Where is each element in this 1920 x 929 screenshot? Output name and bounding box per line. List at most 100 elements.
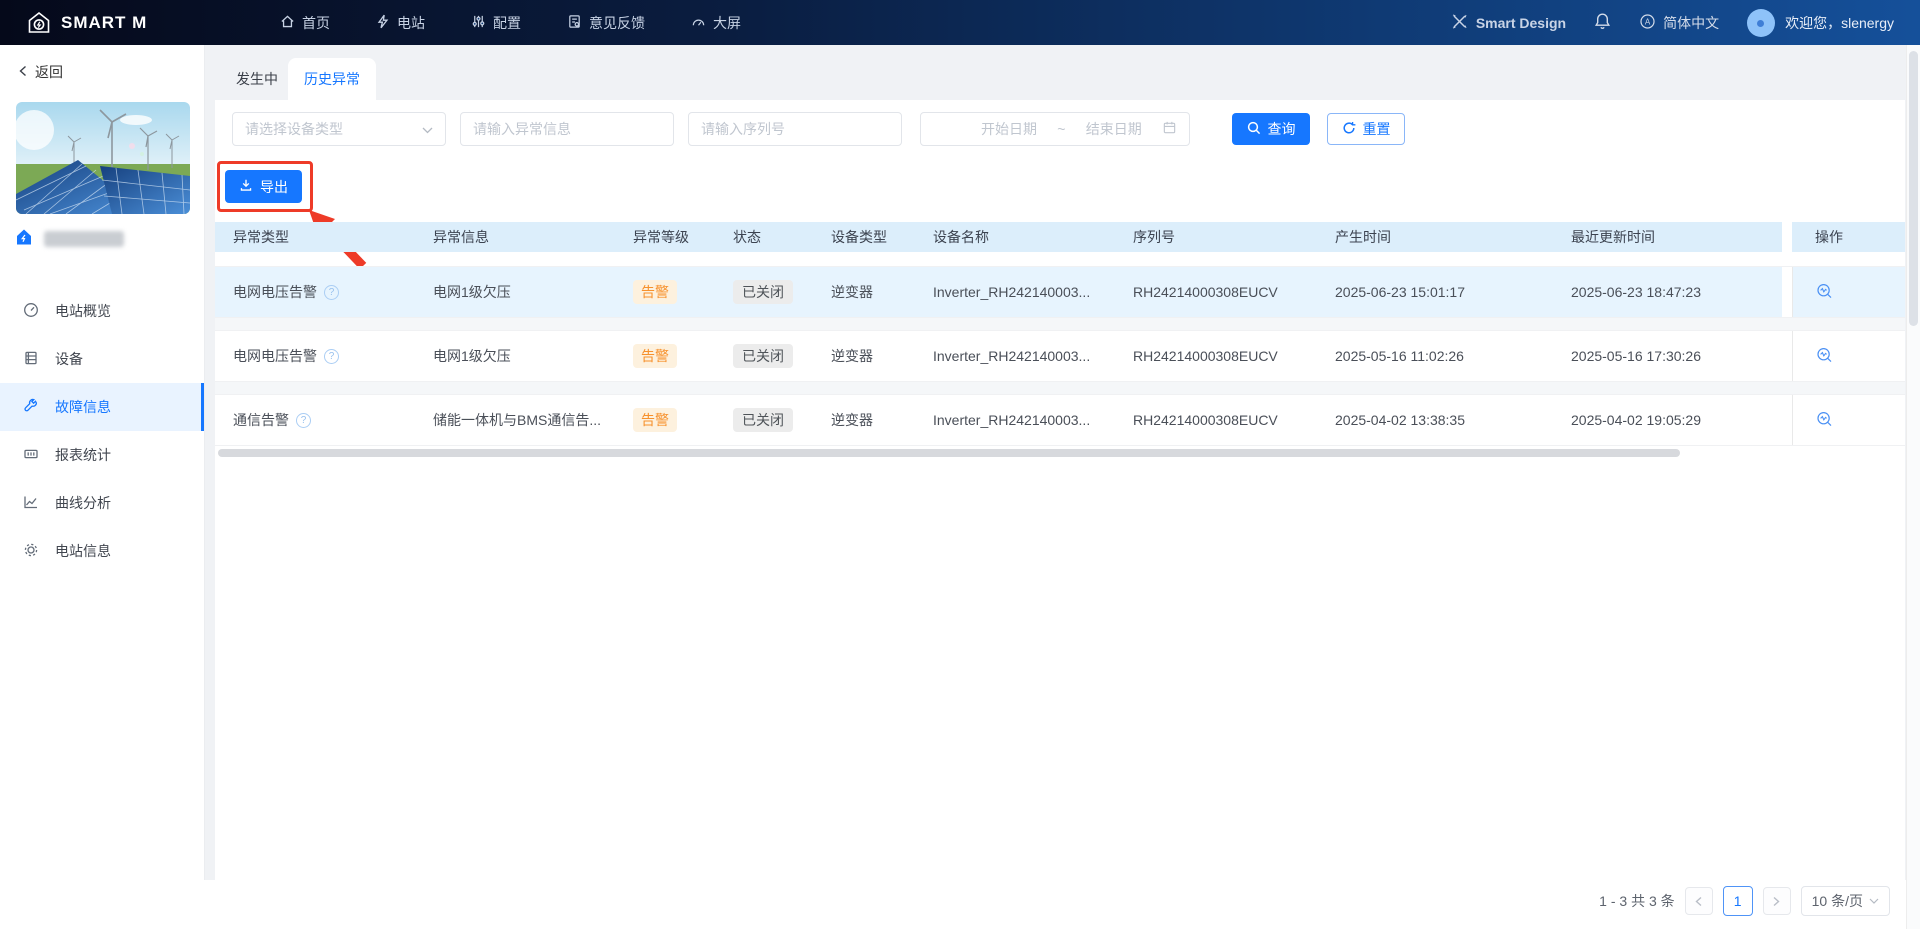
status-badge: 已关闭 — [733, 280, 793, 304]
cell-created-time: 2025-04-02 13:38:35 — [1335, 412, 1465, 428]
notification-bell-icon[interactable] — [1594, 12, 1611, 33]
gear-icon — [23, 542, 39, 561]
vertical-scrollbar[interactable] — [1906, 45, 1920, 929]
cell-device-type: 逆变器 — [831, 348, 873, 364]
cell-anomaly-type: 电网电压告警 — [233, 348, 317, 364]
export-button[interactable]: 导出 — [225, 170, 302, 203]
topbar-right: Smart Design A 简体中文 欢迎您，slenergy — [1451, 8, 1894, 37]
fixed-column-gap — [1782, 222, 1792, 252]
next-page-button[interactable] — [1762, 887, 1791, 915]
main-nav: 首页 电站 配置 意见反馈 大屏 — [280, 13, 741, 33]
tab-ongoing-label: 发生中 — [236, 71, 278, 87]
main-content: 发生中 历史异常 请选择设备类型 请输入异常信息 请输入序列号 开始日期 ~ 结… — [205, 45, 1906, 929]
brand[interactable]: SMART M — [26, 10, 244, 36]
sidebar-label-fault-info: 故障信息 — [55, 399, 111, 415]
back-button[interactable]: 返回 — [0, 45, 204, 82]
table-row[interactable]: 通信告警 ? 储能一体机与BMS通信告... 告警 已关闭 逆变器 Invert… — [215, 394, 1905, 446]
table-row[interactable]: 电网电压告警 ? 电网1级欠压 告警 已关闭 逆变器 Inverter_RH24… — [215, 330, 1905, 382]
calendar-icon — [1162, 120, 1177, 138]
fixed-column-gap — [1782, 267, 1792, 317]
sidebar: 返回 电站概览 设备 故障信息 报表统计 曲线分析 电站信息 — [0, 45, 205, 880]
top-navbar: SMART M 首页 电站 配置 意见反馈 大屏 Smart Design A … — [0, 0, 1920, 45]
sidebar-menu: 电站概览 设备 故障信息 报表统计 曲线分析 电站信息 — [0, 287, 204, 575]
status-badge: 已关闭 — [733, 408, 793, 432]
brand-name: SMART M — [61, 12, 148, 32]
col-anomaly-level: 异常等级 — [633, 229, 689, 245]
query-label: 查询 — [1267, 121, 1296, 137]
anomaly-info-input[interactable]: 请输入异常信息 — [460, 112, 674, 146]
cell-device-name: Inverter_RH242140003... — [933, 284, 1091, 300]
station-photo — [16, 102, 190, 214]
dashboard-gauge-icon — [23, 302, 39, 321]
horizontal-scrollbar[interactable] — [218, 449, 1680, 457]
device-type-select[interactable]: 请选择设备类型 — [232, 112, 446, 146]
nav-item-home[interactable]: 首页 — [280, 13, 330, 33]
level-badge: 告警 — [633, 280, 677, 304]
page-size-select[interactable]: 10 条/页 — [1800, 886, 1890, 916]
view-detail-icon[interactable] — [1816, 411, 1834, 429]
prev-page-button[interactable] — [1684, 887, 1713, 915]
nav-item-config[interactable]: 配置 — [471, 13, 521, 33]
sidebar-item-fault-info[interactable]: 故障信息 — [0, 383, 204, 431]
reset-label: 重置 — [1362, 121, 1391, 137]
help-circle-icon[interactable]: ? — [324, 348, 339, 364]
table-header: 异常类型 异常信息 异常等级 状态 设备类型 设备名称 序列号 产生时间 最近更… — [215, 222, 1905, 252]
tab-history-label: 历史异常 — [304, 71, 360, 87]
nav-label-home: 首页 — [302, 14, 330, 31]
filter-row: 请选择设备类型 请输入异常信息 请输入序列号 开始日期 ~ 结束日期 查询 重置 — [215, 112, 1905, 146]
vertical-scrollbar-thumb[interactable] — [1909, 51, 1918, 326]
status-badge: 已关闭 — [733, 344, 793, 368]
nav-item-feedback[interactable]: 意见反馈 — [567, 13, 645, 33]
cell-device-type: 逆变器 — [831, 412, 873, 428]
nav-item-bigscreen[interactable]: 大屏 — [691, 13, 741, 33]
level-badge: 告警 — [633, 344, 677, 368]
feedback-doc-icon — [567, 14, 582, 32]
sidebar-label-station-overview: 电站概览 — [55, 303, 111, 319]
anomaly-info-placeholder: 请输入异常信息 — [473, 121, 571, 137]
cell-device-name: Inverter_RH242140003... — [933, 348, 1091, 364]
cell-anomaly-type: 电网电压告警 — [233, 284, 317, 300]
fixed-column-gap — [1782, 331, 1792, 381]
cell-updated-time: 2025-06-23 18:47:23 — [1571, 284, 1701, 300]
sidebar-label-devices: 设备 — [55, 351, 83, 367]
serial-number-input[interactable]: 请输入序列号 — [688, 112, 902, 146]
sidebar-label-curve-analysis: 曲线分析 — [55, 495, 111, 511]
col-device-type: 设备类型 — [831, 229, 887, 245]
table-row[interactable]: 电网电压告警 ? 电网1级欠压 告警 已关闭 逆变器 Inverter_RH24… — [215, 266, 1905, 318]
query-button[interactable]: 查询 — [1232, 113, 1310, 145]
sidebar-item-station-overview[interactable]: 电站概览 — [0, 287, 204, 335]
sidebar-item-curve-analysis[interactable]: 曲线分析 — [0, 479, 204, 527]
station-name-row — [14, 227, 124, 250]
help-circle-icon[interactable]: ? — [296, 412, 311, 428]
page-number-button[interactable]: 1 — [1722, 886, 1753, 916]
help-circle-icon[interactable]: ? — [324, 284, 339, 300]
nav-item-station[interactable]: 电站 — [376, 13, 425, 33]
sidebar-item-station-info[interactable]: 电站信息 — [0, 527, 204, 575]
view-detail-icon[interactable] — [1816, 283, 1834, 301]
cell-serial: RH24214000308EUCV — [1133, 412, 1278, 428]
col-anomaly-type: 异常类型 — [233, 229, 289, 245]
date-separator: ~ — [1057, 121, 1066, 137]
smart-design-link[interactable]: Smart Design — [1451, 13, 1566, 33]
user-menu[interactable]: 欢迎您，slenergy — [1747, 8, 1894, 37]
cell-updated-time: 2025-05-16 17:30:26 — [1571, 348, 1701, 364]
cell-serial: RH24214000308EUCV — [1133, 284, 1278, 300]
welcome-text: 欢迎您，slenergy — [1785, 14, 1894, 31]
tab-ongoing[interactable]: 发生中 — [223, 58, 291, 100]
fixed-column-gap — [1782, 395, 1792, 445]
language-switcher[interactable]: A 简体中文 — [1639, 13, 1719, 33]
col-anomaly-info: 异常信息 — [433, 229, 489, 245]
cell-created-time: 2025-06-23 15:01:17 — [1335, 284, 1465, 300]
tab-history-active[interactable]: 历史异常 — [288, 58, 376, 100]
wrench-icon — [23, 398, 39, 417]
pen-ruler-icon — [1451, 13, 1468, 33]
cell-device-type: 逆变器 — [831, 284, 873, 300]
sidebar-item-devices[interactable]: 设备 — [0, 335, 204, 383]
date-end-placeholder: 结束日期 — [1085, 121, 1142, 137]
view-detail-icon[interactable] — [1816, 347, 1834, 365]
search-icon — [1247, 121, 1261, 138]
reset-button[interactable]: 重置 — [1327, 113, 1405, 145]
date-range-picker[interactable]: 开始日期 ~ 结束日期 — [920, 112, 1190, 146]
cell-created-time: 2025-05-16 11:02:26 — [1335, 348, 1464, 364]
sidebar-item-reports[interactable]: 报表统计 — [0, 431, 204, 479]
